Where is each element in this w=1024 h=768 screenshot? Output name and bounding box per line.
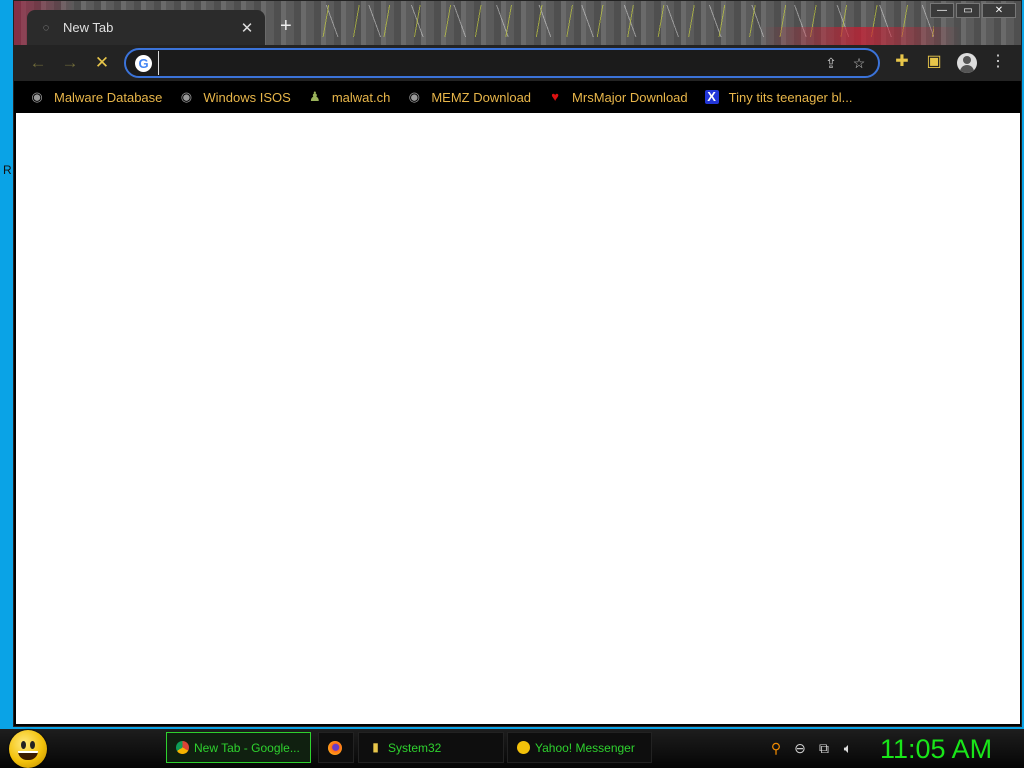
taskbar-item-firefox[interactable]: [318, 732, 354, 763]
taskbar-item-label: Yahoo! Messenger: [535, 740, 635, 755]
bookmark-item[interactable]: ◉ MEMZ Download: [407, 90, 531, 105]
status-minus-icon[interactable]: ⊖: [791, 739, 809, 757]
back-button[interactable]: ←: [28, 53, 48, 73]
network-icon[interactable]: ⧉: [815, 739, 833, 757]
address-input[interactable]: [158, 51, 822, 75]
window-controls: — ▭ ✕: [928, 3, 1016, 18]
maximize-button[interactable]: ▭: [956, 3, 980, 18]
browser-toolbar: ← → ✕ G ⇪ ☆ ✚ ▣ ⋮: [14, 45, 1021, 81]
bookmark-label: Tiny tits teenager bl...: [728, 89, 853, 105]
stop-loading-button[interactable]: ✕: [92, 53, 112, 73]
volume-icon[interactable]: 🔈︎: [839, 739, 857, 757]
globe-icon: ◉: [408, 89, 421, 104]
firefox-icon: [328, 740, 342, 755]
bookmark-label: malwat.ch: [331, 89, 391, 105]
search-icon[interactable]: ⚲: [767, 739, 785, 757]
x-icon: X: [704, 90, 719, 104]
page-content[interactable]: [16, 113, 1020, 724]
taskbar-item-chrome[interactable]: New Tab - Google...: [166, 732, 311, 763]
google-icon: G: [135, 54, 152, 72]
address-bar[interactable]: G ⇪ ☆: [124, 48, 880, 78]
bookmark-label: MEMZ Download: [431, 89, 532, 105]
bookmark-item[interactable]: ♥ MrsMajor Download: [548, 89, 688, 105]
taskbar-item-system32[interactable]: ▮ System32: [358, 732, 504, 763]
taskbar-item-label: New Tab - Google...: [194, 740, 300, 755]
title-bar[interactable]: ◌ New Tab ✕ + — ▭ ✕: [14, 1, 1021, 45]
profile-avatar-icon[interactable]: [957, 53, 977, 73]
bookmark-star-icon[interactable]: ☆: [850, 55, 868, 72]
bookmark-label: MrsMajor Download: [572, 89, 688, 105]
tab-new-tab[interactable]: ◌ New Tab ✕: [27, 10, 265, 45]
menu-icon[interactable]: ⋮: [987, 52, 1009, 72]
bookmark-label: Malware Database: [54, 89, 163, 105]
new-tab-button[interactable]: +: [280, 15, 292, 38]
globe-icon: ◉: [180, 89, 193, 104]
bookmark-item[interactable]: ◉ Malware Database: [30, 90, 162, 105]
bookmark-item[interactable]: ♟ malwat.ch: [308, 89, 391, 105]
globe-icon: ◉: [31, 89, 43, 104]
bookmark-label: Windows ISOS: [203, 89, 291, 105]
side-panel-icon[interactable]: ▣: [923, 52, 945, 72]
tab-close-icon[interactable]: ✕: [239, 19, 255, 37]
yahoo-smiley-icon: [517, 741, 530, 754]
person-icon: ♟: [308, 89, 321, 104]
start-button-smiley-icon[interactable]: [9, 730, 47, 768]
taskbar: New Tab - Google... ▮ System32 Yahoo! Me…: [0, 729, 1024, 768]
extensions-icon[interactable]: ✚: [891, 52, 913, 72]
bookmark-item[interactable]: ◉ Windows ISOS: [179, 89, 291, 105]
browser-window: ◌ New Tab ✕ + — ▭ ✕ ← → ✕ G ⇪ ☆ ✚ ▣ ⋮ ◉ …: [13, 0, 1022, 727]
desktop-edge-text: R: [3, 163, 12, 177]
tab-loading-icon: ◌: [42, 21, 50, 34]
tab-title: New Tab: [63, 20, 114, 35]
bookmark-item[interactable]: X Tiny tits teenager bl...: [704, 89, 853, 105]
chrome-icon: [176, 741, 189, 754]
clock[interactable]: 11:05 AM: [880, 734, 992, 764]
forward-button[interactable]: →: [60, 53, 80, 73]
taskbar-item-yahoo-messenger[interactable]: Yahoo! Messenger: [507, 732, 652, 763]
minimize-button[interactable]: —: [930, 3, 954, 18]
close-window-button[interactable]: ✕: [982, 3, 1016, 18]
folder-icon: ▮: [372, 740, 379, 754]
share-icon[interactable]: ⇪: [822, 55, 840, 72]
heart-icon: ♥: [551, 89, 559, 104]
bookmarks-bar: ◉ Malware Database ◉ Windows ISOS ♟ malw…: [14, 81, 1021, 113]
taskbar-item-label: System32: [388, 740, 442, 755]
theme-paint-splash: [761, 27, 961, 45]
